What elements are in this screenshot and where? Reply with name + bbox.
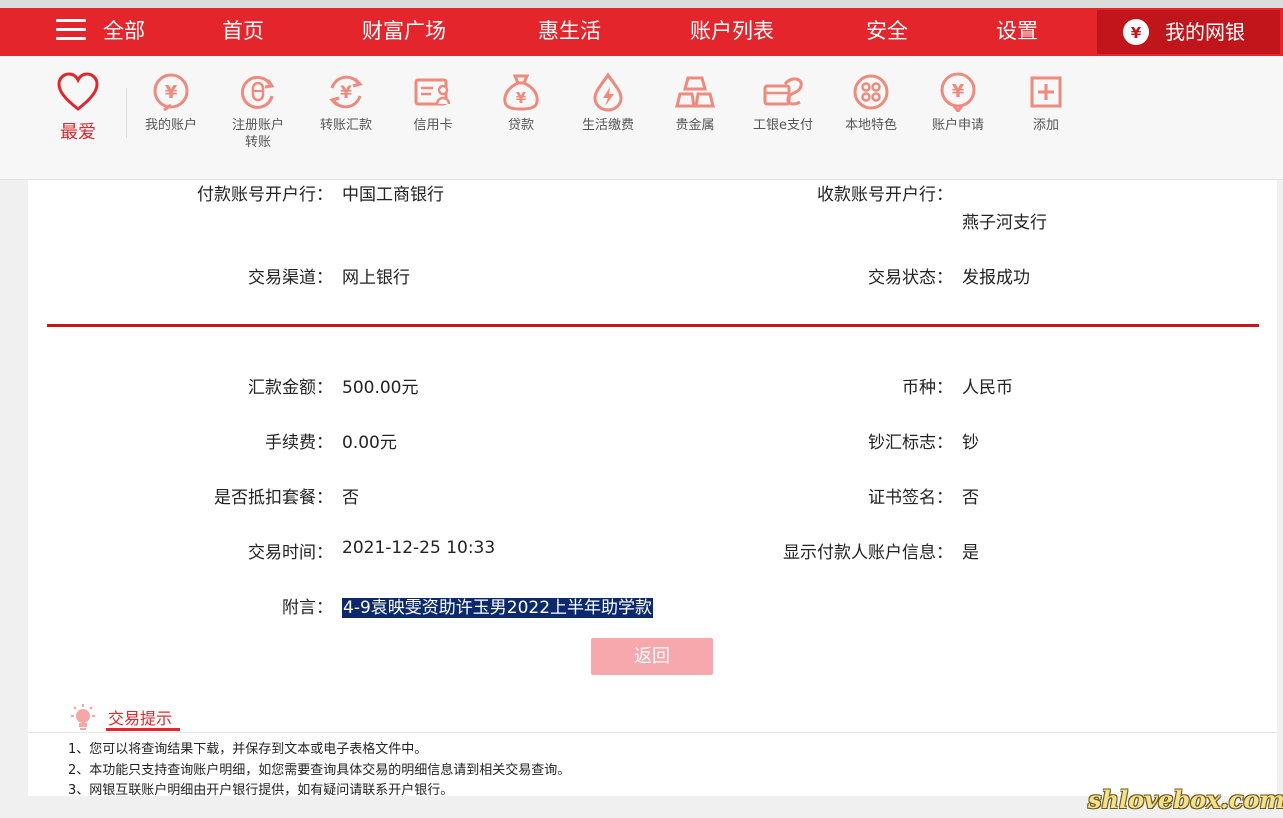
show-payer-value: 是	[962, 543, 979, 563]
shortcut-label: 账户申请	[931, 118, 984, 133]
cert-sign-value: 否	[962, 488, 979, 508]
tips-title-underline	[106, 728, 180, 731]
nav-wealth-plaza[interactable]: 财富广场	[362, 8, 446, 56]
plus-box-icon	[1030, 76, 1062, 108]
tip-item: 1、您可以将查询结果下载，并保存到文本或电子表格文件中。	[68, 742, 428, 757]
status-value: 发报成功	[962, 268, 1030, 288]
tip-item: 2、本功能只支持查询账户明细，如您需要查询具体交易的明细信息请到相关交易查询。	[68, 763, 571, 778]
my-netbank-label: 我的网银	[1165, 20, 1245, 44]
credit-card-icon	[414, 78, 451, 106]
refresh-coin-icon	[240, 75, 275, 109]
amount-label: 汇款金额：	[248, 378, 333, 398]
cash-flag-label: 钞汇标志：	[868, 433, 953, 453]
svg-text:¥: ¥	[952, 81, 965, 102]
shortcut-transfer[interactable]: ¥ 转账汇款	[308, 72, 384, 134]
nav-security[interactable]: 安全	[866, 8, 908, 56]
e-pay-icon	[763, 77, 803, 106]
currency-label: 币种：	[902, 378, 953, 398]
memo-selected-text: 4-9袁映雯资助许玉男2022上半年助学款	[342, 598, 654, 618]
shortcut-label: 贵金属	[675, 118, 715, 133]
shortcut-utility-payment[interactable]: 生活缴费	[570, 72, 646, 134]
shortcut-my-account[interactable]: ¥ 我的账户	[133, 72, 209, 134]
currency-value: 人民币	[962, 378, 1013, 398]
shortcut-divider	[126, 88, 127, 138]
shortcut-label: 工银e支付	[753, 118, 813, 133]
section-divider	[47, 324, 1259, 327]
shortcut-label: 本地特色	[844, 118, 897, 133]
money-bag-icon: ¥	[1123, 19, 1149, 45]
shortcut-loan[interactable]: ¥ 贷款	[483, 72, 559, 134]
svg-text:¥: ¥	[165, 82, 178, 103]
shortcut-label: 转账汇款	[319, 118, 372, 133]
tip-item: 3、网银互联账户明细由开户银行提供，如有疑问请联系开户银行。	[68, 783, 454, 798]
status-label: 交易状态：	[868, 268, 953, 288]
svg-text:¥: ¥	[340, 83, 352, 103]
amount-value: 500.00元	[342, 378, 419, 398]
transaction-detail-panel: 付款账号开户行： 中国工商银行 收款账号开户行： 燕子河支行 交易渠道： 网上银…	[28, 180, 1277, 685]
tips-title: 交易提示	[108, 709, 173, 728]
bolt-drop-icon	[593, 72, 623, 112]
hamburger-menu-icon[interactable]	[56, 19, 86, 45]
window-top-strip	[0, 0, 1283, 8]
shortcut-label: 添加	[1032, 118, 1059, 133]
memo-label: 附言：	[282, 598, 333, 618]
channel-value: 网上银行	[342, 268, 410, 288]
channel-label: 交易渠道：	[248, 268, 333, 288]
show-payer-label: 显示付款人账户信息：	[783, 543, 953, 563]
shortcut-label: 注册账户 转账	[231, 118, 284, 150]
transaction-tips-panel: 交易提示 1、您可以将查询结果下载，并保存到文本或电子表格文件中。 2、本功能只…	[28, 685, 1277, 798]
fee-label: 手续费：	[265, 433, 333, 453]
money-bag-icon: ¥	[503, 74, 539, 111]
tips-divider	[28, 732, 1277, 733]
memo-value: 4-9袁映雯资助许玉男2022上半年助学款	[342, 593, 654, 618]
payee-bank-value: 燕子河支行	[962, 213, 1047, 233]
nav-all[interactable]: 全部	[103, 8, 145, 56]
nav-home[interactable]: 首页	[222, 8, 264, 56]
payee-bank-label: 收款账号开户行：	[817, 185, 953, 205]
shortcut-account-application[interactable]: ¥ 账户申请	[920, 72, 996, 134]
transfer-yen-icon: ¥	[329, 75, 363, 109]
main-navbar: 全部 首页 财富广场 惠生活 账户列表 安全 设置 ¥ 我的网银	[0, 8, 1283, 56]
shortcut-e-pay[interactable]: 工银e支付	[745, 72, 821, 134]
favorites-label: 最爱	[60, 122, 96, 143]
shortcut-label: 我的账户	[144, 118, 197, 133]
back-button[interactable]: 返回	[591, 638, 713, 675]
cert-sign-label: 证书签名：	[868, 488, 953, 508]
shortcut-label: 贷款	[507, 118, 534, 133]
lightbulb-icon	[71, 704, 95, 730]
shortcut-add[interactable]: 添加	[1008, 72, 1084, 134]
shortcut-bar: 最爱 ¥ 我的账户 注册账户 转账 ¥ 转账汇款 信用卡 ¥ 贷款 生活缴费 贵…	[0, 56, 1283, 180]
cash-flag-value: 钞	[962, 433, 979, 453]
shortcut-register-transfer[interactable]: 注册账户 转账	[220, 72, 296, 151]
package-deduct-label: 是否抵扣套餐：	[214, 488, 333, 508]
svg-text:¥: ¥	[516, 89, 527, 107]
nav-settings[interactable]: 设置	[996, 8, 1038, 56]
shortcut-local-features[interactable]: 本地特色	[833, 72, 909, 134]
my-netbank-button[interactable]: ¥ 我的网银	[1097, 10, 1280, 54]
yen-circle-icon: ¥	[153, 73, 189, 112]
heart-icon	[57, 72, 99, 111]
payer-bank-value: 中国工商银行	[342, 185, 444, 205]
nav-life[interactable]: 惠生活	[538, 8, 601, 56]
fee-value: 0.00元	[342, 433, 397, 453]
shortcut-label: 信用卡	[413, 118, 453, 133]
time-label: 交易时间：	[248, 543, 333, 563]
local-dots-icon	[853, 74, 889, 110]
watermark-text: shlovebox.com	[1088, 785, 1283, 814]
nav-account-list[interactable]: 账户列表	[690, 8, 774, 56]
payer-bank-label: 付款账号开户行：	[197, 185, 333, 205]
apply-yen-icon: ¥	[940, 72, 976, 112]
shortcut-label: 生活缴费	[581, 118, 634, 133]
favorites-button[interactable]: 最爱	[52, 72, 104, 144]
shortcut-precious-metals[interactable]: 贵金属	[657, 72, 733, 134]
gold-bars-icon	[675, 76, 715, 108]
package-deduct-value: 否	[342, 488, 359, 508]
time-value: 2021-12-25 10:33	[342, 538, 496, 558]
shortcut-credit-card[interactable]: 信用卡	[395, 72, 471, 134]
